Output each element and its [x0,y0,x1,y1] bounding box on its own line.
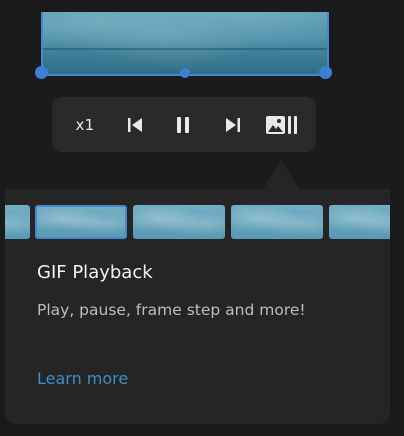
filmstrip-frame-selected[interactable] [35,205,127,239]
feature-card: x1 GIF Playback Play, pause, frame step … [5,12,390,424]
filmstrip-frame[interactable] [329,205,390,239]
learn-more-link[interactable]: Learn more [37,369,128,388]
filmstrip-frame[interactable] [133,205,225,239]
image-gallery-icon[interactable] [262,97,302,152]
resize-handle-middle[interactable] [180,68,190,78]
card-description: Play, pause, frame step and more! [37,301,306,319]
resize-handle-left[interactable] [35,66,48,79]
skip-previous-icon[interactable] [120,97,150,152]
selected-image-frame [41,12,329,76]
pause-icon[interactable] [168,97,198,152]
card-title: GIF Playback [37,262,153,283]
resize-handle-right[interactable] [319,66,332,79]
gif-playback-illustration: x1 [5,12,390,189]
playback-controls: x1 [52,97,316,152]
tooltip-pointer [263,160,299,189]
playback-speed-button[interactable]: x1 [68,97,102,152]
filmstrip-frame[interactable] [231,205,323,239]
frame-filmstrip [5,205,390,239]
filmstrip-frame[interactable] [5,205,30,239]
skip-next-icon[interactable] [218,97,248,152]
